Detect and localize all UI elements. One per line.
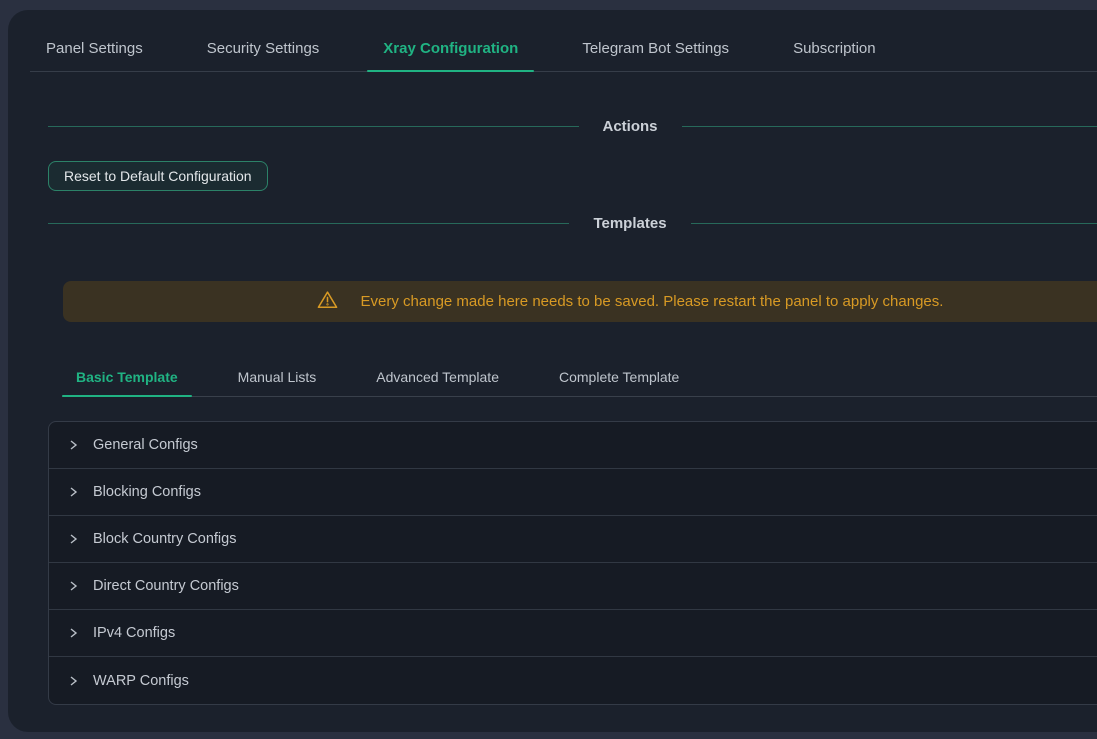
collapse-label: Direct Country Configs xyxy=(93,578,239,594)
divider-line xyxy=(682,126,1097,127)
collapse-direct-country-configs[interactable]: Direct Country Configs xyxy=(49,563,1097,610)
templates-divider: Templates xyxy=(48,213,1097,234)
divider-line xyxy=(48,126,579,127)
settings-tab-bar: Panel Settings Security Settings Xray Co… xyxy=(30,26,1097,72)
collapse-label: General Configs xyxy=(93,437,198,453)
chevron-right-icon xyxy=(67,627,79,639)
tab-manual-lists[interactable]: Manual Lists xyxy=(224,357,331,396)
chevron-right-icon xyxy=(67,580,79,592)
collapse-label: Block Country Configs xyxy=(93,531,236,547)
reset-default-config-button[interactable]: Reset to Default Configuration xyxy=(48,161,268,191)
collapse-general-configs[interactable]: General Configs xyxy=(49,422,1097,469)
tab-xray-configuration[interactable]: Xray Configuration xyxy=(367,26,534,71)
collapse-warp-configs[interactable]: WARP Configs xyxy=(49,657,1097,704)
warning-icon xyxy=(317,290,338,313)
tab-panel-settings[interactable]: Panel Settings xyxy=(30,26,159,71)
config-collapse-list: General Configs Blocking Configs Block C… xyxy=(48,421,1097,705)
actions-button-row: Reset to Default Configuration xyxy=(48,161,1097,191)
tab-security-settings[interactable]: Security Settings xyxy=(191,26,336,71)
divider-line xyxy=(691,223,1097,224)
chevron-right-icon xyxy=(67,439,79,451)
collapse-block-country-configs[interactable]: Block Country Configs xyxy=(49,516,1097,563)
tab-complete-template[interactable]: Complete Template xyxy=(545,357,693,396)
tab-advanced-template[interactable]: Advanced Template xyxy=(362,357,513,396)
settings-card: Panel Settings Security Settings Xray Co… xyxy=(8,10,1097,732)
tab-basic-template[interactable]: Basic Template xyxy=(62,357,192,396)
collapse-blocking-configs[interactable]: Blocking Configs xyxy=(49,469,1097,516)
tab-subscription[interactable]: Subscription xyxy=(777,26,892,71)
divider-line xyxy=(48,223,569,224)
restart-warning-alert: Every change made here needs to be saved… xyxy=(63,281,1097,322)
collapse-label: IPv4 Configs xyxy=(93,625,175,641)
tab-telegram-bot-settings[interactable]: Telegram Bot Settings xyxy=(566,26,745,71)
templates-section-title: Templates xyxy=(569,213,690,234)
chevron-right-icon xyxy=(67,533,79,545)
collapse-label: Blocking Configs xyxy=(93,484,201,500)
template-tab-bar: Basic Template Manual Lists Advanced Tem… xyxy=(62,357,1097,397)
actions-section-title: Actions xyxy=(579,116,682,137)
warning-text: Every change made here needs to be saved… xyxy=(361,293,944,310)
chevron-right-icon xyxy=(67,675,79,687)
collapse-ipv4-configs[interactable]: IPv4 Configs xyxy=(49,610,1097,657)
collapse-label: WARP Configs xyxy=(93,673,189,689)
chevron-right-icon xyxy=(67,486,79,498)
actions-divider: Actions xyxy=(48,116,1097,137)
